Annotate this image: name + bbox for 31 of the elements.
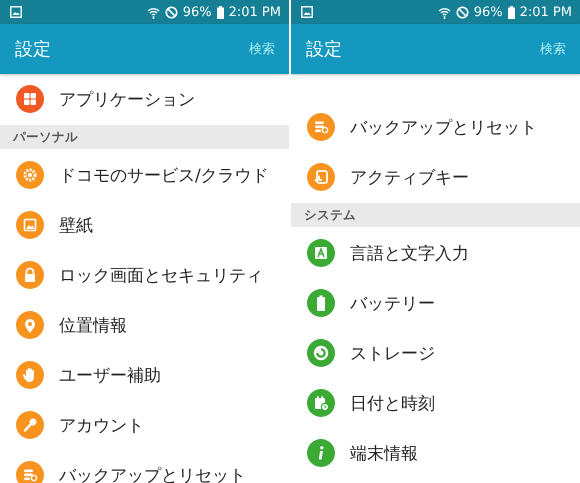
battery-percent: 96%	[474, 4, 503, 20]
settings-item[interactable]: バックアップとリセット	[59, 464, 246, 483]
settings-item[interactable]: アプリケーション	[59, 88, 195, 110]
wifi-icon	[438, 6, 451, 18]
app-bar-title: 設定	[306, 38, 342, 61]
settings-item[interactable]: ロック画面とセキュリティ	[59, 264, 263, 286]
settings-item[interactable]: アクティブキー	[350, 166, 469, 188]
image-icon	[10, 6, 22, 18]
settings-item[interactable]: 端末情報	[350, 442, 418, 464]
settings-item[interactable]: ドコモのサービス/クラウド	[59, 164, 269, 186]
settings-item[interactable]: 壁紙	[59, 214, 93, 236]
section-header: システム	[291, 203, 580, 227]
section-header: パーソナル	[0, 125, 289, 149]
settings-item[interactable]: ユーザー補助	[59, 364, 161, 386]
settings-item[interactable]: バックアップとリセット	[350, 116, 537, 138]
blocked-icon	[456, 6, 469, 18]
settings-item[interactable]: 言語と文字入力	[350, 242, 469, 264]
settings-item[interactable]: 位置情報	[59, 314, 127, 336]
settings-item[interactable]: 日付と時刻	[350, 392, 435, 414]
clock-time: 2:01 PM	[520, 4, 572, 20]
blocked-icon	[164, 6, 178, 18]
settings-item[interactable]: アカウント	[59, 414, 144, 436]
settings-item[interactable]: バッテリー	[350, 292, 435, 314]
app-bar-title: 設定	[15, 38, 51, 61]
battery-percent: 96%	[182, 4, 212, 20]
image-icon	[301, 6, 313, 18]
settings-item[interactable]: ストレージ	[350, 342, 435, 364]
battery-icon	[508, 6, 515, 18]
wifi-icon	[146, 6, 160, 18]
clock-time: 2:01 PM	[228, 4, 281, 20]
battery-icon	[216, 6, 224, 18]
